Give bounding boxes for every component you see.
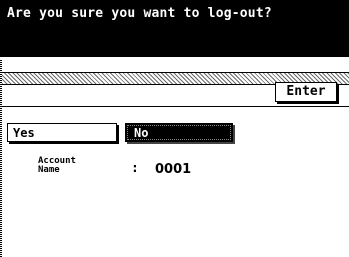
account-name-label: Account Name: [38, 157, 76, 175]
yes-button[interactable]: Yes: [7, 123, 117, 142]
dialog-title: Are you sure you want to log-out?: [7, 6, 272, 21]
account-name-value: 0001: [155, 162, 192, 177]
title-bar: Are you sure you want to log-out?: [0, 0, 349, 57]
no-button[interactable]: No: [125, 123, 233, 142]
logout-confirm-screen: Are you sure you want to log-out? Enter …: [0, 0, 349, 257]
account-label-line2: Name: [38, 165, 60, 175]
account-separator: :: [131, 161, 139, 176]
enter-button[interactable]: Enter: [275, 82, 337, 102]
